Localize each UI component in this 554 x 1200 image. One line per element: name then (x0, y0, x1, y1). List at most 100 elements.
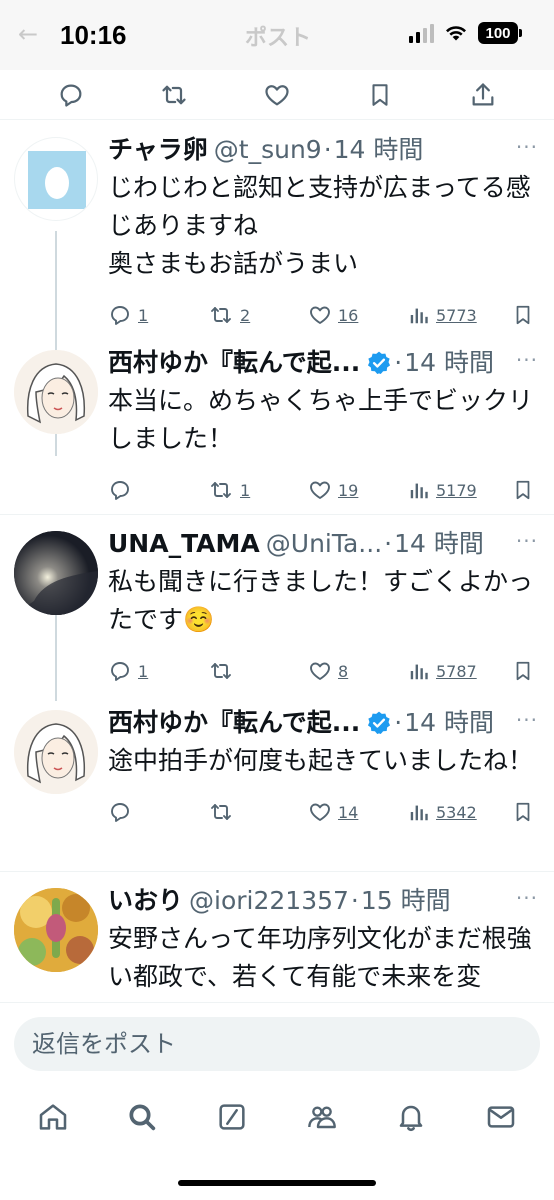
status-bar: ← ポスト 10:16 100 (0, 0, 554, 70)
timestamp[interactable]: 14 時間 (404, 346, 494, 380)
retweet-button[interactable] (208, 800, 308, 824)
timestamp[interactable]: 15 時間 (361, 884, 451, 918)
avatar[interactable] (14, 710, 98, 794)
reply-count: 1 (138, 305, 149, 325)
messages-icon[interactable] (484, 1100, 518, 1134)
bookmark-icon[interactable] (365, 80, 395, 110)
tweet-actions: 1 19 5179 (108, 462, 536, 518)
separator-dot: · (350, 886, 359, 915)
bookmark-button[interactable] (512, 659, 534, 683)
views-button[interactable]: 5773 (408, 304, 504, 326)
bookmark-button[interactable] (512, 303, 534, 327)
avatar[interactable] (14, 888, 98, 972)
avatar[interactable] (14, 137, 98, 221)
tweet-text: じわじわと認知と支持が広まってる感じありますね 奥さまもお話がうまい (108, 173, 531, 278)
bookmark-icon (516, 661, 530, 681)
like-count: 19 (338, 480, 359, 500)
tweet[interactable]: いおり @iori221357 · 15 時間 ··· 安野さんって年功序列文化… (0, 871, 554, 1002)
notifications-icon[interactable] (394, 1100, 428, 1134)
bookmark-icon (516, 802, 530, 822)
tweet-header: チャラ卵 @t_sun9 · 14 時間 (108, 133, 536, 167)
views-icon (410, 308, 428, 324)
tweet-header: 西村ゆか『転んで起... · 14 時間 (108, 346, 536, 380)
post-action-bar (0, 70, 554, 120)
timestamp[interactable]: 14 時間 (394, 527, 484, 561)
timestamp[interactable]: 14 時間 (334, 133, 424, 167)
reply-input[interactable]: 返信をポスト (14, 1017, 540, 1071)
heart-icon (310, 306, 330, 324)
reply-icon (111, 481, 129, 500)
tweet[interactable]: UNA_TAMA @UniTa... · 14 時間 ··· 私も聞きに行きまし… (0, 514, 554, 694)
reply-button[interactable] (108, 800, 208, 824)
like-button[interactable]: 16 (308, 303, 408, 327)
reply-icon (111, 306, 129, 325)
tweet-text: 私も聞きに行きました！すごくよかったです☺️ (108, 567, 534, 634)
retweet-count: 2 (240, 305, 251, 325)
views-icon (410, 664, 428, 680)
tweet[interactable]: 西村ゆか『転んで起... · 14 時間 ··· 本当に。めちゃくちゃ上手でビッ… (0, 334, 554, 514)
author-name[interactable]: チャラ卵 (108, 133, 208, 167)
more-options-icon[interactable]: ··· (516, 135, 538, 159)
like-icon[interactable] (262, 80, 292, 110)
reply-button[interactable]: 1 (108, 303, 208, 327)
bookmark-button[interactable] (512, 800, 534, 824)
grok-icon[interactable] (215, 1100, 249, 1134)
separator-dot: · (394, 708, 403, 737)
like-button[interactable]: 8 (308, 659, 408, 683)
bookmark-button[interactable] (512, 478, 534, 502)
author-name[interactable]: 西村ゆか『転んで起... (108, 706, 360, 740)
author-name[interactable]: いおり (108, 884, 183, 918)
search-icon[interactable] (125, 1100, 159, 1134)
verified-badge-icon (368, 351, 391, 375)
reply-button[interactable]: 1 (108, 659, 208, 683)
like-count: 16 (338, 305, 359, 325)
reply-button[interactable] (108, 478, 208, 502)
reply-composer: 返信をポスト (0, 1002, 554, 1082)
timestamp[interactable]: 14 時間 (404, 706, 494, 740)
wifi-icon (446, 26, 466, 41)
tweet-header: いおり @iori221357 · 15 時間 (108, 884, 536, 918)
avatar[interactable] (14, 350, 98, 434)
like-button[interactable]: 19 (308, 478, 408, 502)
views-icon (410, 805, 428, 821)
tweet-header: UNA_TAMA @UniTa... · 14 時間 (108, 527, 536, 561)
home-icon[interactable] (36, 1100, 70, 1134)
retweet-icon (211, 804, 231, 820)
author-handle[interactable]: @iori221357 (189, 884, 349, 918)
communities-icon[interactable] (305, 1100, 339, 1134)
status-time: 10:16 (60, 20, 127, 50)
view-count: 5179 (436, 480, 477, 500)
retweet-icon (211, 663, 231, 679)
author-handle[interactable]: @UniTa... (266, 527, 382, 561)
tweet-text: 本当に。めちゃくちゃ上手でビックリしました！ (108, 386, 534, 453)
views-button[interactable]: 5787 (408, 660, 504, 682)
avatar[interactable] (14, 531, 98, 615)
more-options-icon[interactable]: ··· (516, 348, 538, 372)
views-button[interactable]: 5342 (408, 801, 504, 823)
views-button[interactable]: 5179 (408, 479, 504, 501)
retweet-icon[interactable] (159, 80, 189, 110)
like-button[interactable]: 14 (308, 800, 408, 824)
tweet-text: 安野さんって年功序列文化がまだ根強い都政で、若くて有能で未来を変 (108, 924, 532, 991)
share-icon[interactable] (468, 80, 498, 110)
retweet-button[interactable]: 2 (208, 303, 308, 327)
retweet-button[interactable]: 1 (208, 478, 308, 502)
author-handle[interactable]: @t_sun9 (214, 133, 322, 167)
header-title: ポスト (245, 26, 312, 51)
reply-icon (111, 662, 129, 681)
tweet-actions: 14 5342 (108, 784, 536, 840)
tweet[interactable]: チャラ卵 @t_sun9 · 14 時間 ··· じわじわと認知と支持が広まって… (0, 121, 554, 334)
back-arrow-icon[interactable]: ← (18, 20, 38, 48)
author-name[interactable]: 西村ゆか『転んで起... (108, 346, 360, 380)
more-options-icon[interactable]: ··· (516, 708, 538, 732)
retweet-button[interactable] (208, 659, 308, 683)
separator-dot: · (384, 529, 393, 558)
author-name[interactable]: UNA_TAMA (108, 527, 260, 561)
reply-icon[interactable] (56, 80, 86, 110)
tweet[interactable]: 西村ゆか『転んで起... · 14 時間 ··· 途中拍手が何度も起きていました… (0, 694, 554, 871)
more-options-icon[interactable]: ··· (516, 529, 538, 553)
like-count: 14 (338, 802, 359, 822)
view-count: 5773 (436, 305, 477, 325)
bookmark-icon (516, 480, 530, 500)
more-options-icon[interactable]: ··· (516, 886, 538, 910)
